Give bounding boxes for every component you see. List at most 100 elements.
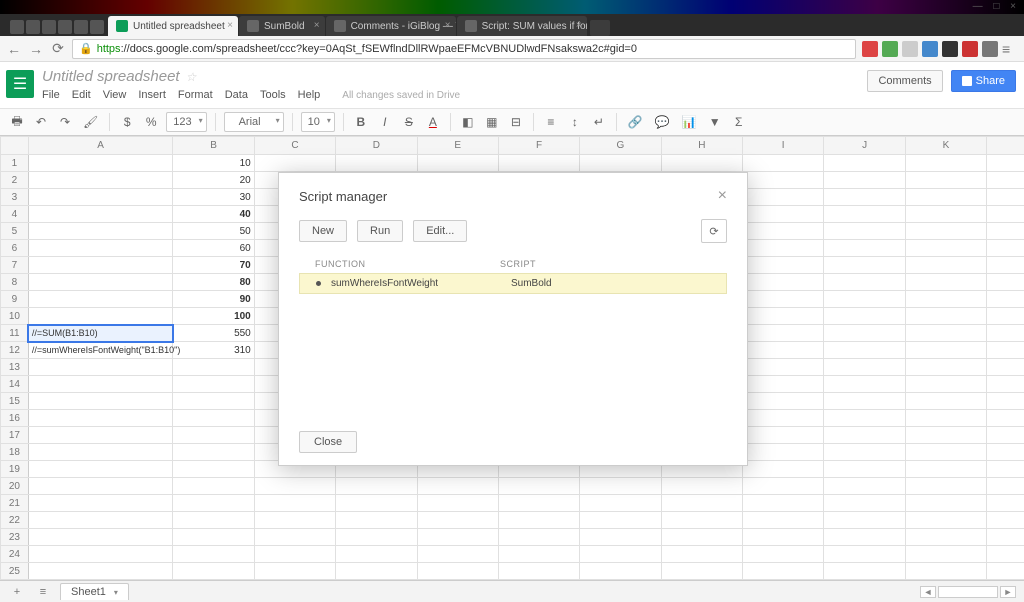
cell[interactable]: [743, 291, 824, 308]
edit-button[interactable]: Edit...: [413, 220, 467, 242]
cell[interactable]: [28, 410, 173, 427]
cell[interactable]: [498, 478, 579, 495]
cell[interactable]: [173, 546, 254, 563]
ext-icon[interactable]: [902, 41, 918, 57]
column-header[interactable]: L: [987, 137, 1024, 155]
pinned-icon[interactable]: [42, 20, 56, 34]
new-button[interactable]: New: [299, 220, 347, 242]
column-header[interactable]: K: [905, 137, 986, 155]
cell[interactable]: [824, 257, 905, 274]
bold-icon[interactable]: B: [352, 112, 370, 132]
cell[interactable]: [28, 172, 173, 189]
scroll-left-icon[interactable]: ◄: [920, 586, 936, 598]
row-header[interactable]: 3: [1, 189, 29, 206]
pinned-icon[interactable]: [74, 20, 88, 34]
cell[interactable]: [743, 274, 824, 291]
cell[interactable]: [28, 359, 173, 376]
halign-icon[interactable]: ≡: [542, 112, 560, 132]
cell[interactable]: [905, 393, 986, 410]
wrap-icon[interactable]: ↵: [590, 112, 608, 132]
browser-tab[interactable]: Untitled spreadsheet×: [108, 16, 238, 36]
cell[interactable]: [28, 444, 173, 461]
cell[interactable]: [905, 580, 986, 581]
menu-edit[interactable]: Edit: [72, 89, 91, 101]
column-header[interactable]: D: [336, 137, 417, 155]
cell[interactable]: [417, 563, 498, 580]
cell[interactable]: [987, 495, 1024, 512]
cell[interactable]: 90: [173, 291, 254, 308]
cell[interactable]: [28, 240, 173, 257]
cell[interactable]: [824, 189, 905, 206]
cell[interactable]: [173, 427, 254, 444]
browser-tab[interactable]: SumBold×: [239, 16, 325, 36]
sheet-tab[interactable]: Sheet1: [60, 583, 129, 600]
cell[interactable]: [743, 342, 824, 359]
row-header[interactable]: 2: [1, 172, 29, 189]
row-header[interactable]: 20: [1, 478, 29, 495]
cell[interactable]: [987, 257, 1024, 274]
close-button[interactable]: Close: [299, 431, 357, 453]
cell[interactable]: [824, 580, 905, 581]
cell[interactable]: [905, 444, 986, 461]
cell[interactable]: [254, 580, 335, 581]
cell[interactable]: [173, 580, 254, 581]
paint-icon[interactable]: 🖌: [80, 112, 101, 132]
cell[interactable]: [580, 512, 661, 529]
cell[interactable]: [28, 580, 173, 581]
cell[interactable]: [336, 155, 417, 172]
menu-file[interactable]: File: [42, 89, 60, 101]
cell[interactable]: [336, 478, 417, 495]
cell[interactable]: [987, 461, 1024, 478]
strike-icon[interactable]: S: [400, 112, 418, 132]
cell[interactable]: [905, 172, 986, 189]
column-header[interactable]: C: [254, 137, 335, 155]
cell[interactable]: [580, 155, 661, 172]
cell[interactable]: [580, 529, 661, 546]
menu-view[interactable]: View: [103, 89, 127, 101]
row-header[interactable]: 11: [1, 325, 29, 342]
cell[interactable]: [905, 478, 986, 495]
cell[interactable]: [987, 274, 1024, 291]
font-select[interactable]: Arial: [224, 112, 284, 132]
cell[interactable]: [743, 444, 824, 461]
cell[interactable]: [824, 172, 905, 189]
menu-help[interactable]: Help: [298, 89, 321, 101]
cell[interactable]: [743, 325, 824, 342]
cell[interactable]: [28, 546, 173, 563]
window-controls[interactable]: — □ ×: [973, 1, 1020, 12]
comments-button[interactable]: Comments: [867, 70, 942, 92]
ext-icon[interactable]: [962, 41, 978, 57]
cell[interactable]: [905, 376, 986, 393]
cell[interactable]: [824, 461, 905, 478]
cell[interactable]: [905, 529, 986, 546]
cell[interactable]: [28, 461, 173, 478]
script-row[interactable]: sumWhereIsFontWeight SumBold: [299, 273, 727, 294]
cell[interactable]: [661, 563, 742, 580]
cell[interactable]: [28, 257, 173, 274]
cell[interactable]: [743, 546, 824, 563]
cell[interactable]: [498, 580, 579, 581]
ext-icon[interactable]: [982, 41, 998, 57]
cell[interactable]: [173, 478, 254, 495]
cell[interactable]: [417, 495, 498, 512]
cell[interactable]: [28, 393, 173, 410]
cell[interactable]: [905, 410, 986, 427]
cell[interactable]: [417, 512, 498, 529]
cell[interactable]: [905, 257, 986, 274]
cell[interactable]: [987, 546, 1024, 563]
cell[interactable]: [28, 155, 173, 172]
cell[interactable]: [336, 546, 417, 563]
pinned-icon[interactable]: [58, 20, 72, 34]
cell[interactable]: [336, 563, 417, 580]
row-header[interactable]: 14: [1, 376, 29, 393]
cell[interactable]: [336, 529, 417, 546]
cell[interactable]: [824, 240, 905, 257]
cell[interactable]: [824, 342, 905, 359]
row-header[interactable]: 26: [1, 580, 29, 581]
borders-icon[interactable]: ▦: [483, 112, 501, 132]
cell[interactable]: [824, 206, 905, 223]
cell[interactable]: [661, 529, 742, 546]
cell[interactable]: [905, 427, 986, 444]
cell[interactable]: //=SUM(B1:B10): [28, 325, 173, 342]
row-header[interactable]: 8: [1, 274, 29, 291]
